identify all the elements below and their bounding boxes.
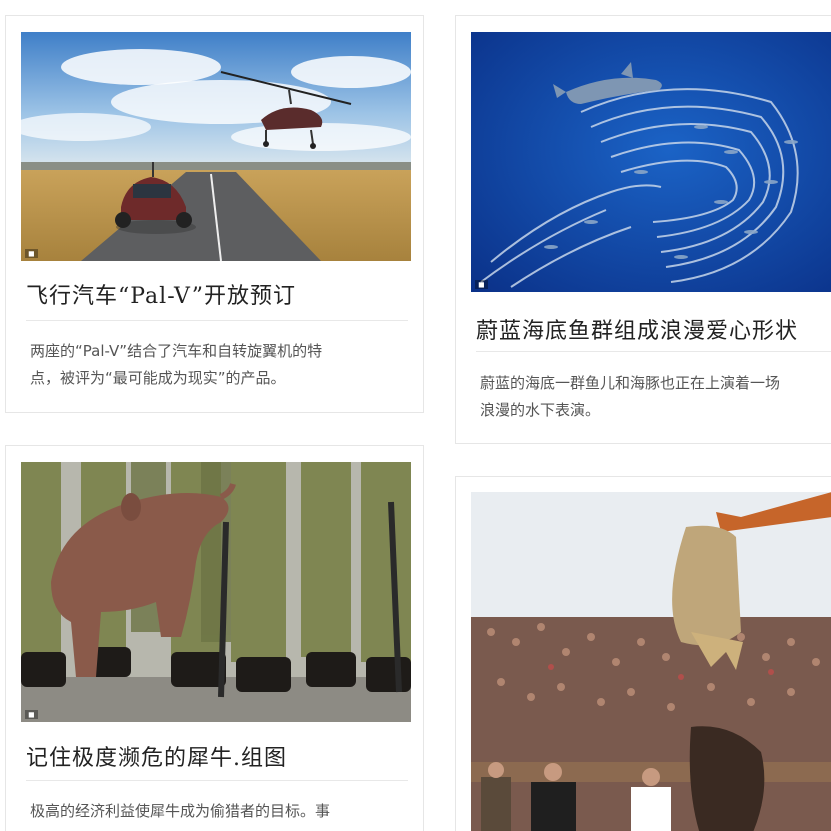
excavator-crowd-image [471, 492, 831, 831]
news-title[interactable]: 蔚蓝海底鱼群组成浪漫爱心形状 [476, 313, 798, 345]
news-photo-flying-car[interactable]: ◼︎ [21, 32, 411, 261]
title-divider [476, 351, 831, 352]
news-summary-line: 蔚蓝的海底一群鱼儿和海豚也正在上演着一场 [480, 374, 781, 392]
image-credit-badge: ◼︎ [475, 280, 488, 289]
news-summary: 极高的经济利益使犀牛成为偷猎者的目标。事 [30, 798, 410, 825]
news-photo-excavator[interactable] [471, 492, 831, 831]
rhino-rangers-image [21, 462, 411, 722]
news-photo-rhino[interactable]: ◼︎ [21, 462, 411, 722]
news-title[interactable]: 记住极度濒危的犀牛.组图 [26, 740, 287, 772]
news-summary-line: 两座的“Pal-V”结合了汽车和自转旋翼机的特 [30, 342, 323, 360]
news-summary: 两座的“Pal-V”结合了汽车和自转旋翼机的特 点，被评为“最可能成为现实”的产… [30, 338, 410, 392]
news-grid: ◼︎ 飞行汽车“Pal-V”开放预订 两座的“Pal-V”结合了汽车和自转旋翼机… [0, 0, 831, 831]
news-card-fish-heart[interactable]: ◼︎ 蔚蓝海底鱼群组成浪漫爱心形状 蔚蓝的海底一群鱼儿和海豚也正在上演着一场 浪… [455, 15, 831, 444]
news-summary-line: 点，被评为“最可能成为现实”的产品。 [30, 369, 286, 387]
news-summary: 蔚蓝的海底一群鱼儿和海豚也正在上演着一场 浪漫的水下表演。 [480, 370, 831, 424]
news-summary-line: 浪漫的水下表演。 [480, 401, 601, 419]
news-card-flying-car[interactable]: ◼︎ 飞行汽车“Pal-V”开放预订 两座的“Pal-V”结合了汽车和自转旋翼机… [5, 15, 424, 413]
fish-school-image [471, 32, 831, 292]
news-card-rhino[interactable]: ◼︎ 记住极度濒危的犀牛.组图 极高的经济利益使犀牛成为偷猎者的目标。事 [5, 445, 424, 831]
news-summary-line: 极高的经济利益使犀牛成为偷猎者的目标。事 [30, 802, 331, 820]
news-title[interactable]: 飞行汽车“Pal-V”开放预订 [26, 278, 296, 310]
flying-car-image [21, 32, 411, 261]
title-divider [26, 320, 408, 321]
image-credit-badge: ◼︎ [25, 249, 38, 258]
news-photo-fish-heart[interactable]: ◼︎ [471, 32, 831, 292]
image-credit-badge: ◼︎ [25, 710, 38, 719]
news-card-excavator[interactable] [455, 476, 831, 831]
title-divider [26, 780, 408, 781]
